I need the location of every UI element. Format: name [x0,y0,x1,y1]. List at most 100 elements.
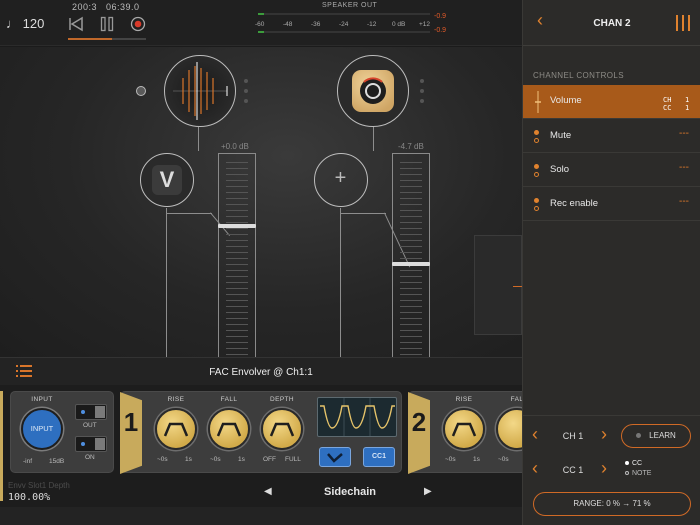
envelope-display [317,397,397,437]
section-header: CHANNEL CONTROLS [533,71,625,80]
envelope-shape-icon [163,422,189,437]
channel2-add-plugin[interactable]: + [314,153,368,207]
fall-min: ~0s [210,456,221,463]
output-meter-bottom [258,31,430,33]
type-option-cc[interactable]: CC [625,460,642,467]
plugin-header: FAC Envolver @ Ch1:1 [0,357,522,385]
page-name[interactable]: Sidechain [290,486,410,498]
learn-button[interactable]: LEARN [621,424,691,448]
range-button[interactable]: RANGE: 0 % → 71 % [533,492,691,516]
envelope2-tag: 2 [408,392,430,474]
rise-knob[interactable] [155,408,197,450]
hollow-dot-icon [534,172,539,177]
type-option-note[interactable]: NOTE [625,470,651,477]
learn-status-dot-icon [636,433,642,439]
cc-selector[interactable]: CC 1 [553,465,593,475]
db-tick: -60 [255,21,265,28]
control-row-mute[interactable]: Mute --- [523,119,700,153]
input-section: INPUT INPUT -inf 15dB OUT ON [10,391,114,473]
curve-shape-button[interactable] [319,447,351,467]
db-tick: 0 dB [392,21,406,28]
depth-label: DEPTH [269,396,295,403]
tempo-display[interactable]: ♩ 120 [6,16,44,31]
control-row-volume[interactable]: Volume CH CC 1 1 [523,85,700,119]
channel2-fader[interactable] [392,153,430,357]
channel1-plugin-node[interactable]: V [140,153,194,207]
input-knob-label: INPUT [30,424,54,433]
output-meter-top [258,13,430,15]
control-row-solo[interactable]: Solo --- [523,153,700,187]
ch-label: CH [663,96,672,104]
param-name: Envv Slot1 Depth [8,481,70,490]
rise-max: 1s [185,456,192,463]
option-cc-label: CC [632,460,643,467]
prev-page-arrow-icon[interactable]: ◀ [264,486,272,497]
fall-knob[interactable] [208,408,250,450]
depth-max: FULL [285,456,301,463]
control-row-rec-enable[interactable]: Rec enable --- [523,187,700,221]
depth-knob[interactable] [261,408,303,450]
option-note-label: NOTE [632,470,652,477]
out-toggle[interactable] [75,404,107,420]
transport-bar: ♩ 120 200:3 06:39.0 SPEAKER OUT -60 -48 … [0,0,522,46]
channel1-fader-handle[interactable] [218,224,256,228]
cc-prev-icon[interactable]: ‹ [532,458,538,479]
mixer-view: V +0.0 dB + -4.7 dB [0,47,522,357]
panel-header: ‹ CHAN 2 [523,0,700,46]
envelope2-section: 2 RISE ~0s 1s FAL ~0s [408,391,538,474]
channel-next-icon[interactable]: › [601,424,607,445]
db-tick: -24 [339,21,349,28]
fader-icon [535,91,541,113]
envelope1-tag: 1 [120,392,142,474]
env2-fall-min: ~0s [498,456,509,463]
rewind-icon[interactable] [68,16,84,32]
channel1-input-node[interactable] [164,55,236,127]
peak-top: -0.9 [434,13,447,20]
envelope1-section: 1 RISE ~0s 1s FALL ~0s 1s DEPTH OFF FULL… [120,391,402,474]
control-label: Volume [550,95,582,106]
input-max-label: 15dB [49,458,65,465]
pause-icon[interactable] [99,16,115,32]
channel2-input-node[interactable] [337,55,409,127]
record-icon[interactable] [130,16,146,32]
env2-rise-max: 1s [473,456,480,463]
fall-max: 1s [238,456,245,463]
speaker-out-label: SPEAKER OUT [322,2,378,9]
side-drawer-edge[interactable] [474,235,522,335]
input-section-label: INPUT [31,396,53,403]
channel1-fader[interactable] [218,153,256,357]
plugin-body: INPUT INPUT -inf 15dB OUT ON 1 RISE ~0s … [0,385,538,507]
channel2-fader-handle[interactable] [392,262,430,266]
orange-dot-icon [534,130,539,135]
cc1-button[interactable]: CC1 [363,447,395,467]
cc-next-icon[interactable]: › [601,458,607,479]
next-page-arrow-icon[interactable]: ▶ [424,486,432,497]
channel1-solo-indicator[interactable] [136,86,146,96]
hollow-dot-icon [534,138,539,143]
time-display: 06:39.0 [106,2,140,12]
ch-value: 1 [685,96,690,104]
envelope-shape-icon [269,422,295,437]
plugin-title: FAC Envolver @ Ch1:1 [209,367,313,378]
channel-strips-icon[interactable] [675,14,691,32]
channel-prev-icon[interactable]: ‹ [532,424,538,445]
channel-selector[interactable]: CH 1 [553,431,593,441]
orange-dot-icon [534,164,539,169]
input-min-label: -inf [23,458,33,465]
curve-icon [327,453,343,463]
db-tick: -36 [311,21,321,28]
midi-learn-panel: ‹ CHAN 2 CHANNEL CONTROLS Volume CH CC 1… [522,0,700,525]
control-label: Rec enable [550,198,599,209]
envelope-waveform-icon [320,398,395,436]
rise-min: ~0s [157,456,168,463]
cc-label: CC [663,104,672,112]
env2-rise-knob[interactable] [443,408,485,450]
db-tick: +12 [419,21,431,28]
transport-progress [68,38,112,40]
waveform-icon [173,62,228,120]
on-label: ON [85,454,95,461]
control-label: Mute [550,130,572,141]
input-knob[interactable]: INPUT [21,408,63,450]
unselected-radio-icon [625,471,629,476]
on-toggle[interactable] [75,436,107,452]
